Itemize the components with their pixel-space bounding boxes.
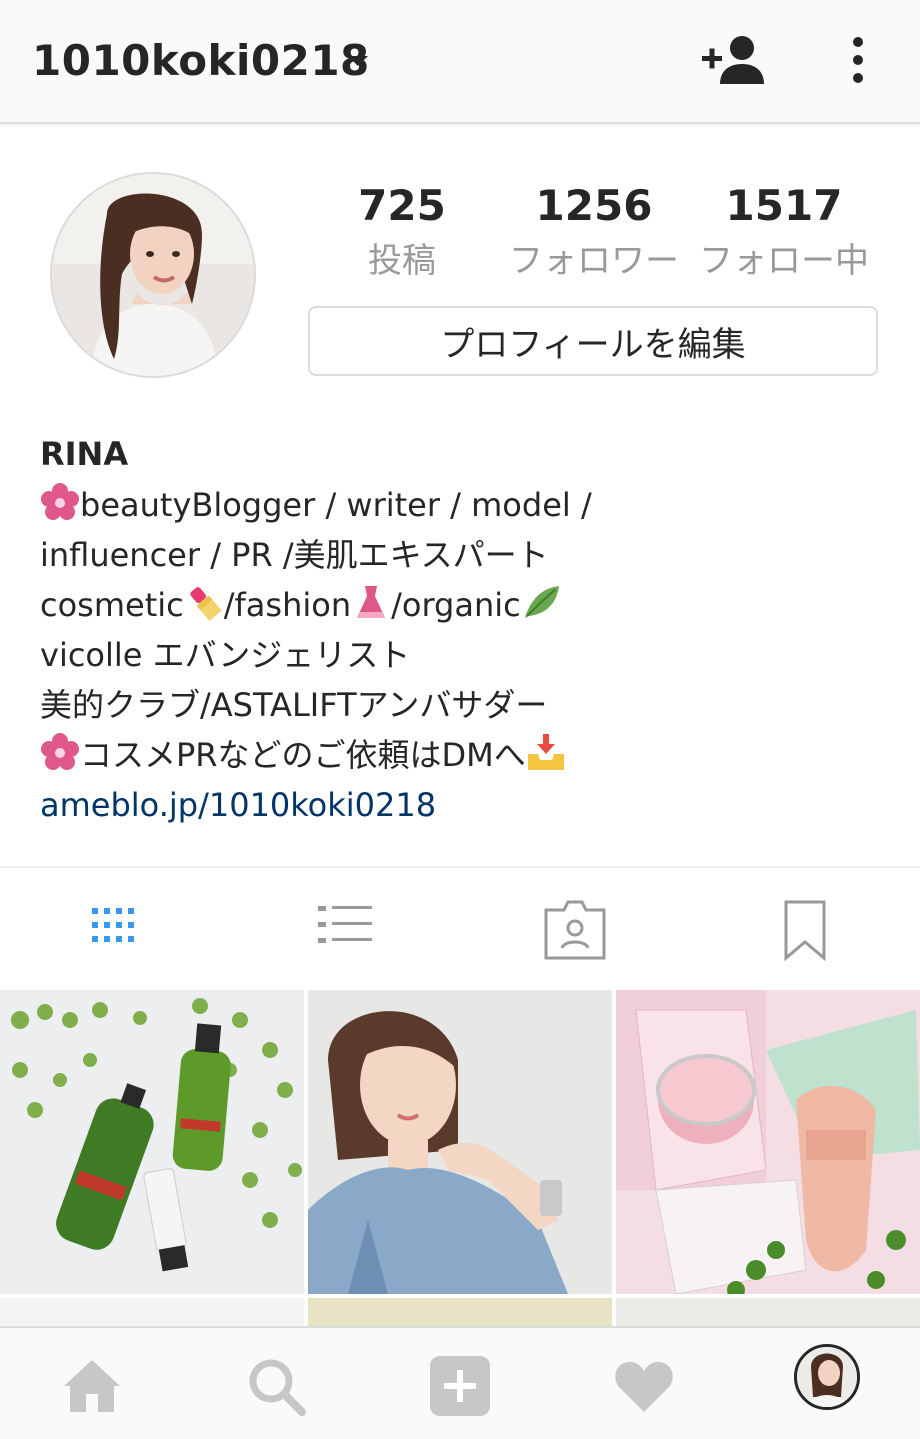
activity-heart-icon[interactable] bbox=[612, 1354, 676, 1418]
cherry-blossom-icon bbox=[41, 483, 79, 520]
more-vertical-icon[interactable] bbox=[840, 36, 876, 88]
followers-label: フォロワー bbox=[509, 241, 679, 281]
add-post-icon[interactable] bbox=[428, 1354, 492, 1418]
posts-grid bbox=[0, 990, 920, 1330]
grid-view-icon[interactable] bbox=[80, 898, 150, 962]
following-stat[interactable]: 1517 フォロー中 bbox=[694, 178, 874, 286]
top-bar: 1010koki0218 bbox=[0, 0, 920, 124]
post-thumbnail[interactable] bbox=[308, 990, 612, 1294]
posts-label: 投稿 bbox=[368, 241, 436, 281]
profile-website-link[interactable]: ameblo.jp/1010koki0218 bbox=[40, 780, 900, 830]
add-user-icon[interactable] bbox=[702, 34, 770, 86]
profile-view-tabs bbox=[0, 868, 920, 990]
edit-profile-button[interactable]: プロフィールを編集 bbox=[308, 306, 878, 376]
followers-count: 1256 bbox=[535, 181, 653, 230]
lipstick-icon bbox=[190, 587, 222, 621]
bottom-navigation bbox=[0, 1326, 920, 1439]
post-thumbnail[interactable] bbox=[616, 990, 920, 1294]
profile-username[interactable]: 1010koki0218 bbox=[32, 36, 370, 85]
saved-bookmark-icon[interactable] bbox=[770, 898, 840, 962]
bio-line: コスメPRなどのご依頼はDMへ bbox=[40, 730, 900, 780]
profile-avatar[interactable] bbox=[50, 172, 256, 378]
posts-count: 725 bbox=[358, 181, 446, 230]
profile-bio: RINA beautyBlogger / writer / model / in… bbox=[40, 430, 900, 830]
profile-name: RINA bbox=[40, 435, 129, 473]
posts-stat[interactable]: 725 投稿 bbox=[312, 178, 492, 286]
dress-icon bbox=[357, 586, 386, 618]
home-icon[interactable] bbox=[60, 1354, 124, 1418]
bio-line: cosmetic /fashion /organic bbox=[40, 580, 900, 630]
search-icon[interactable] bbox=[244, 1354, 308, 1418]
inbox-tray-icon bbox=[527, 734, 564, 770]
bio-line: influencer / PR /美肌エキスパート bbox=[40, 536, 549, 574]
cherry-blossom-icon bbox=[41, 733, 79, 770]
following-count: 1517 bbox=[725, 181, 843, 230]
bio-line: 美的クラブ/ASTALIFTアンバサダー bbox=[40, 686, 548, 724]
post-thumbnail[interactable] bbox=[0, 990, 304, 1294]
bio-line: vicolle エバンジェリスト bbox=[40, 636, 411, 674]
profile-avatar[interactable] bbox=[794, 1344, 860, 1410]
chevron-down-icon[interactable] bbox=[348, 56, 368, 66]
following-label: フォロー中 bbox=[699, 241, 869, 281]
tagged-icon[interactable] bbox=[540, 898, 610, 962]
bio-line: beautyBlogger / writer / model / bbox=[40, 480, 900, 530]
list-view-icon[interactable] bbox=[310, 898, 380, 962]
leaf-icon bbox=[524, 586, 559, 618]
followers-stat[interactable]: 1256 フォロワー bbox=[504, 178, 684, 286]
